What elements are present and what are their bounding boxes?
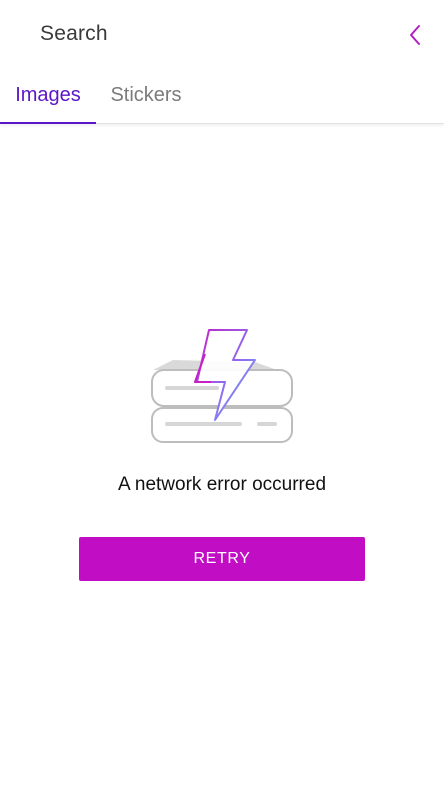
chevron-left-icon — [410, 25, 420, 45]
search-title: Search — [40, 22, 108, 45]
header-bar: Search — [0, 0, 444, 68]
error-message: A network error occurred — [117, 474, 327, 495]
tab-stickers[interactable]: Stickers — [100, 68, 192, 123]
tab-bar: Images Stickers — [0, 68, 444, 124]
network-error-icon — [151, 329, 293, 443]
search-screen: Search Images Stickers A network error o… — [0, 0, 444, 789]
retry-button[interactable]: RETRY — [79, 537, 365, 581]
tab-images[interactable]: Images — [0, 68, 96, 123]
active-tab-indicator — [0, 122, 96, 124]
tab-images-label: Images — [15, 84, 81, 106]
back-button[interactable] — [400, 20, 430, 50]
tab-stickers-label: Stickers — [110, 84, 182, 106]
